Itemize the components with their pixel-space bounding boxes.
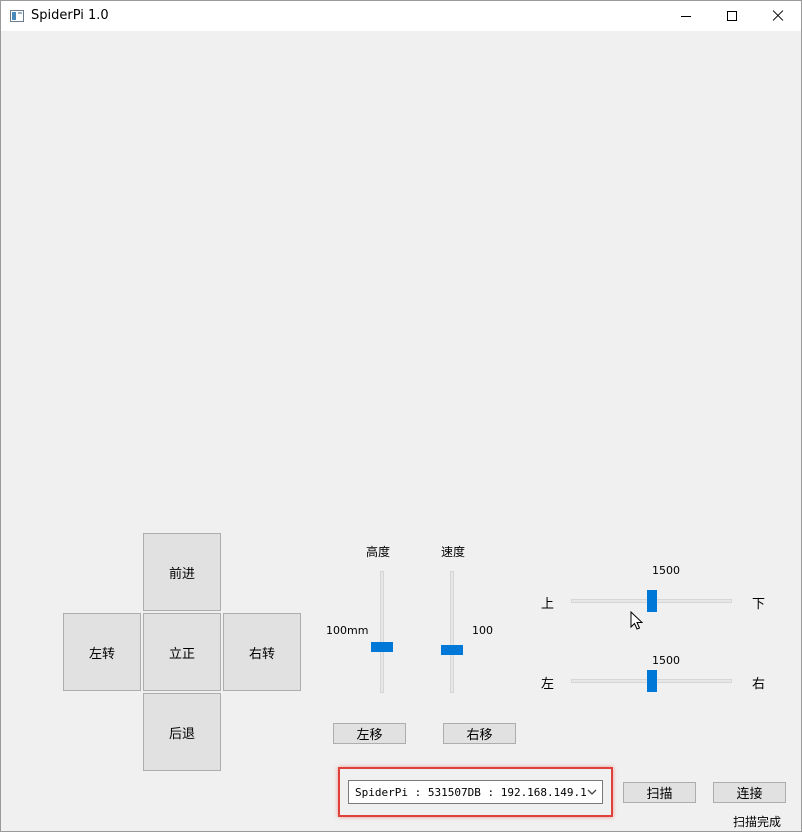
app-window: SpiderPi 1.0 前进 左转 立正 右转 后退 高度 100mm 速度 … <box>0 0 802 832</box>
forward-button[interactable]: 前进 <box>143 533 221 611</box>
height-slider[interactable] <box>380 571 384 693</box>
yaw-value: 1500 <box>652 654 680 667</box>
chevron-down-icon <box>587 789 597 795</box>
maximize-icon <box>727 11 737 21</box>
minimize-button[interactable] <box>663 1 709 31</box>
height-slider-handle[interactable] <box>371 641 393 652</box>
pitch-start-label: 上 <box>541 597 555 612</box>
device-select[interactable]: SpiderPi : 531507DB : 192.168.149.1 <box>348 780 603 804</box>
title-bar: SpiderPi 1.0 <box>1 1 801 31</box>
speed-value: 100 <box>472 624 493 637</box>
mouse-cursor-icon <box>630 611 644 630</box>
move-right-button[interactable]: 右移 <box>443 723 516 744</box>
turn-right-button[interactable]: 右转 <box>223 613 301 691</box>
app-window-icon <box>10 10 24 22</box>
scan-button[interactable]: 扫描 <box>623 782 696 803</box>
yaw-slider-handle[interactable] <box>646 670 657 692</box>
connect-button[interactable]: 连接 <box>713 782 786 803</box>
speed-slider-handle[interactable] <box>441 645 463 656</box>
backward-button[interactable]: 后退 <box>143 693 221 771</box>
height-value: 100mm <box>326 624 369 637</box>
yaw-start-label: 左 <box>541 677 555 692</box>
close-icon <box>771 15 785 16</box>
main-panel: 前进 左转 立正 右转 后退 高度 100mm 速度 100 左移 右移 150… <box>1 31 801 831</box>
move-left-button[interactable]: 左移 <box>333 723 406 744</box>
pitch-slider-handle[interactable] <box>646 590 657 612</box>
pitch-value: 1500 <box>652 564 680 577</box>
maximize-button[interactable] <box>709 1 755 31</box>
close-button[interactable] <box>755 1 801 31</box>
status-text: 扫描完成 <box>733 815 782 829</box>
minimize-icon <box>681 16 691 17</box>
speed-slider[interactable] <box>450 571 454 693</box>
height-title: 高度 <box>366 545 391 559</box>
device-select-value: SpiderPi : 531507DB : 192.168.149.1 <box>355 785 587 799</box>
yaw-end-label: 右 <box>752 677 766 692</box>
window-title: SpiderPi 1.0 <box>31 8 109 23</box>
pitch-end-label: 下 <box>752 597 766 612</box>
stand-button[interactable]: 立正 <box>143 613 221 691</box>
speed-title: 速度 <box>441 545 466 559</box>
turn-left-button[interactable]: 左转 <box>63 613 141 691</box>
